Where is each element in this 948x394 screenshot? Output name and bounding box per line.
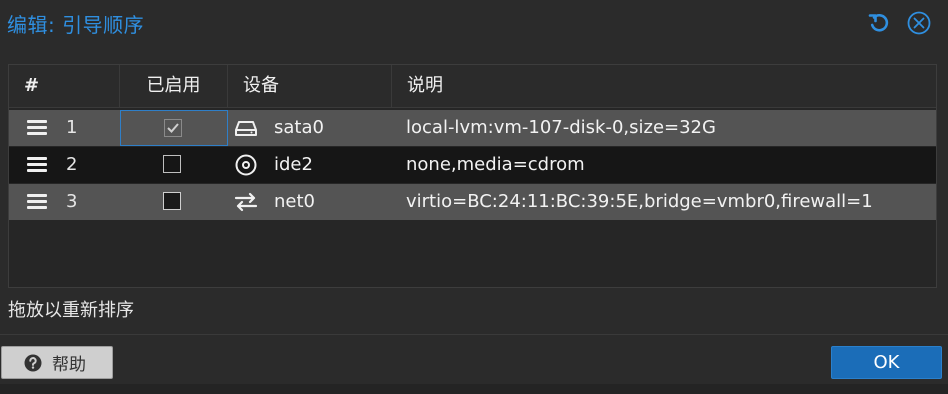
row-number: 2 [66,154,78,175]
drag-handle-icon[interactable] [27,157,47,173]
dialog-title: 编辑: 引导顺序 [7,13,145,37]
dialog-footer: 帮助 OK [0,334,948,384]
device-description: local-lvm:vm-107-disk-0,size=32G [406,117,716,138]
row-number: 1 [66,117,78,138]
help-button[interactable]: 帮助 [1,346,113,379]
close-icon [907,11,931,35]
drag-handle-icon[interactable] [27,120,47,136]
network-icon [234,192,258,212]
close-button[interactable] [906,10,932,36]
enabled-checkbox[interactable] [164,119,182,137]
column-header-enabled[interactable]: 已启用 [120,65,228,107]
row-number: 3 [66,191,78,212]
device-name: sata0 [274,117,324,138]
column-header-description[interactable]: 说明 [392,65,936,107]
enabled-cell [120,110,228,146]
device-name: ide2 [274,154,313,175]
ok-button[interactable]: OK [831,346,942,379]
drag-hint-text: 拖放以重新排序 [8,300,134,321]
checkmark-icon [167,123,179,133]
refresh-icon [868,13,889,32]
table-row[interactable]: 1 sata0 local-lvm:vm-107-disk-0,size=32G [9,110,936,146]
edit-boot-order-dialog: 编辑: 引导顺序 # 已启用 设备 说明 1 sata0 local-lvm:v… [0,0,948,384]
column-header-number[interactable]: # [9,65,120,107]
enabled-cell [120,147,228,183]
grid-header: # 已启用 设备 说明 [9,65,936,108]
dialog-titlebar: 编辑: 引导顺序 [0,0,948,44]
enabled-cell [120,184,228,220]
refresh-button[interactable] [866,10,892,36]
table-row[interactable]: 2 ide2 none,media=cdrom [9,147,936,183]
column-header-device[interactable]: 设备 [228,65,392,107]
cdrom-icon [235,154,257,176]
table-row[interactable]: 3 net0 virtio=BC:24:11:BC:39:5E,bridge=v… [9,184,936,220]
question-icon [24,354,42,371]
device-description: virtio=BC:24:11:BC:39:5E,bridge=vmbr0,fi… [406,191,873,212]
enabled-checkbox[interactable] [163,155,181,173]
enabled-checkbox[interactable] [163,192,181,210]
hard-disk-icon [235,121,257,136]
drag-handle-icon[interactable] [27,194,47,210]
device-name: net0 [274,191,315,212]
boot-order-grid: # 已启用 设备 说明 1 sata0 local-lvm:vm-107-dis… [8,64,937,288]
help-button-label: 帮助 [52,355,86,375]
device-description: none,media=cdrom [406,154,585,175]
